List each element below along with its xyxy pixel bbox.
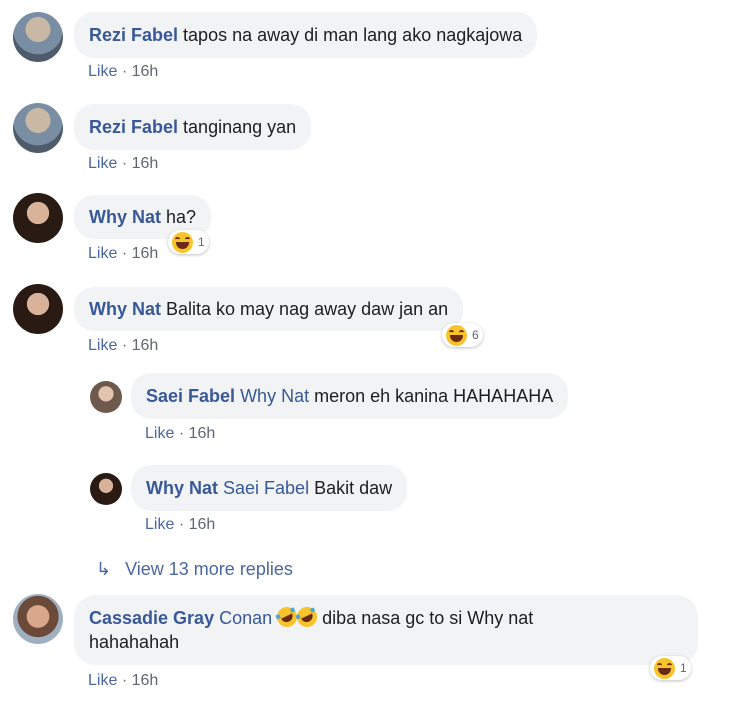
avatar[interactable] — [13, 103, 63, 153]
reaction-summary[interactable]: 1 — [650, 656, 691, 680]
comment-author[interactable]: Rezi Fabel — [89, 25, 178, 45]
reply-arrow-icon: ↳ — [96, 559, 112, 579]
like-button[interactable]: Like — [145, 425, 174, 442]
reaction-count: 6 — [472, 328, 479, 342]
separator: · — [121, 155, 128, 172]
comment-text: tanginang yan — [183, 117, 297, 137]
timestamp[interactable]: 16h — [132, 155, 159, 172]
haha-reaction-icon — [446, 324, 467, 346]
comment-text: tapos na away di man lang ako nagkajowa — [183, 25, 523, 45]
reply-actions: Like · 16h — [145, 516, 215, 534]
reply-author[interactable]: Why Nat — [146, 478, 218, 498]
like-button[interactable]: Like — [88, 63, 117, 80]
comment-actions: Like · 16h — [88, 672, 158, 690]
comment-actions: Like · 16h — [88, 245, 158, 263]
comment-bubble: Rezi Fabel tapos na away di man lang ako… — [74, 12, 538, 58]
comment-text: diba nasa gc to si Why nat — [322, 608, 534, 628]
like-button[interactable]: Like — [145, 516, 174, 533]
reply-bubble: Saei Fabel Why Nat meron eh kanina HAHAH… — [131, 373, 569, 419]
reply-text: Bakit daw — [314, 478, 393, 498]
comment-line-1: Cassadie Gray Conan diba nasa gc to si W… — [89, 603, 683, 631]
timestamp[interactable]: 16h — [189, 425, 216, 442]
mention-tag[interactable]: Conan — [219, 608, 272, 628]
avatar[interactable] — [13, 193, 63, 243]
reply-bubble: Why Nat Saei Fabel Bakit daw — [131, 465, 408, 511]
like-button[interactable]: Like — [88, 155, 117, 172]
avatar[interactable] — [90, 473, 122, 505]
view-more-label: View 13 more replies — [125, 559, 293, 579]
mention-tag[interactable]: Why Nat — [240, 386, 309, 406]
separator: · — [121, 672, 128, 689]
timestamp[interactable]: 16h — [132, 672, 159, 689]
timestamp[interactable]: 16h — [132, 337, 159, 354]
comment-actions: Like · 16h — [88, 337, 158, 355]
like-button[interactable]: Like — [88, 672, 117, 689]
comment-author[interactable]: Why Nat — [89, 207, 161, 227]
avatar[interactable] — [13, 594, 63, 644]
comment-actions: Like · 16h — [88, 63, 158, 81]
comment-text: ha? — [166, 207, 197, 227]
comment-author[interactable]: Why Nat — [89, 299, 161, 319]
avatar[interactable] — [13, 12, 63, 62]
comment-author[interactable]: Cassadie Gray — [89, 608, 214, 628]
comment-text-line-2: hahahahah — [89, 632, 180, 652]
reaction-summary[interactable]: 1 — [168, 230, 209, 254]
comment-text: Balita ko may nag away daw jan an — [166, 299, 449, 319]
haha-reaction-icon — [172, 231, 193, 253]
comment-actions: Like · 16h — [88, 155, 158, 173]
mention-tag[interactable]: Saei Fabel — [223, 478, 309, 498]
rofl-emoji-icon — [293, 603, 321, 631]
reply-author[interactable]: Saei Fabel — [146, 386, 235, 406]
comment-author[interactable]: Rezi Fabel — [89, 117, 178, 137]
avatar[interactable] — [90, 381, 122, 413]
timestamp[interactable]: 16h — [132, 245, 159, 262]
comment-bubble: Why Nat Balita ko may nag away daw jan a… — [74, 287, 464, 331]
avatar[interactable] — [13, 284, 63, 334]
separator: · — [121, 337, 128, 354]
like-button[interactable]: Like — [88, 245, 117, 262]
separator: · — [178, 425, 185, 442]
reply-text: meron eh kanina HAHAHAHA — [314, 386, 554, 406]
reaction-count: 1 — [198, 235, 205, 249]
view-more-replies-link[interactable]: ↳ View 13 more replies — [96, 559, 293, 580]
reply-actions: Like · 16h — [145, 425, 215, 443]
reaction-summary[interactable]: 6 — [442, 323, 483, 347]
comment-bubble: Rezi Fabel tanginang yan — [74, 104, 312, 150]
comment-bubble: Cassadie Gray Conan diba nasa gc to si W… — [74, 595, 698, 665]
separator: · — [178, 516, 185, 533]
haha-reaction-icon — [654, 657, 675, 679]
reaction-count: 1 — [680, 661, 687, 675]
like-button[interactable]: Like — [88, 337, 117, 354]
separator: · — [121, 245, 128, 262]
timestamp[interactable]: 16h — [132, 63, 159, 80]
separator: · — [121, 63, 128, 80]
timestamp[interactable]: 16h — [189, 516, 216, 533]
